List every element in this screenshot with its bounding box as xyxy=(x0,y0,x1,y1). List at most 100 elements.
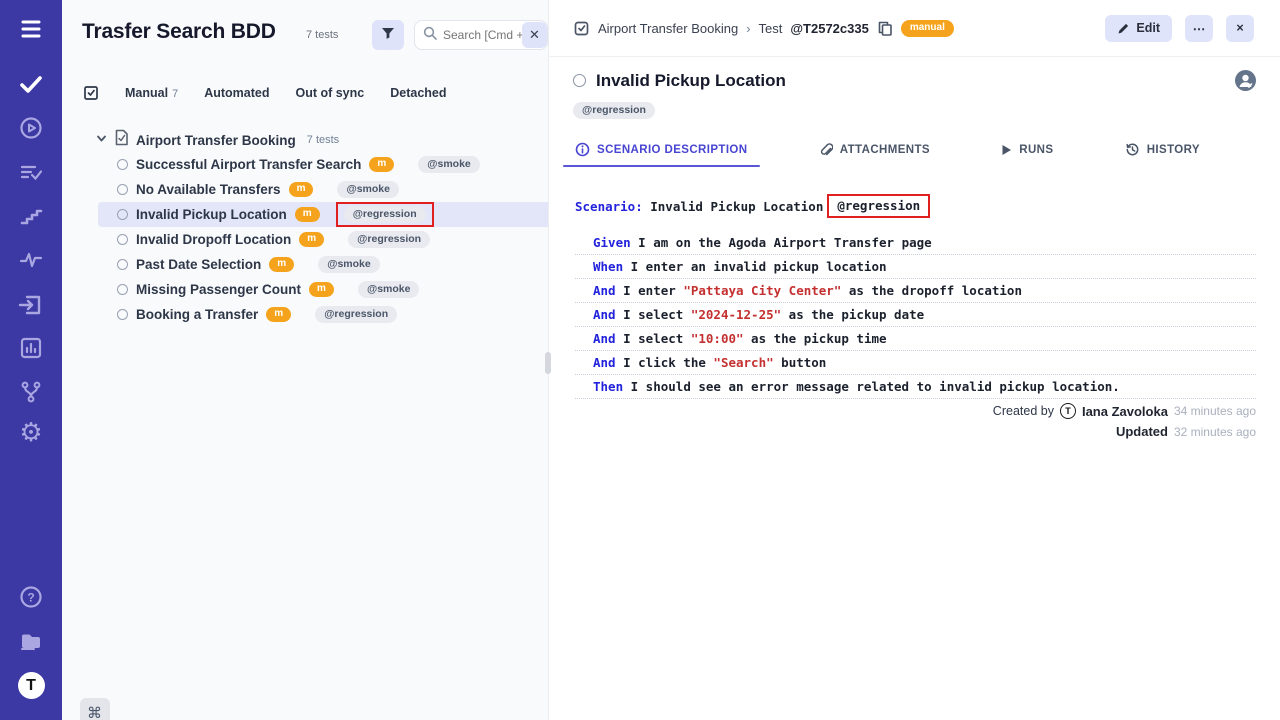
test-name: Missing Passenger Count xyxy=(136,282,301,297)
checklist-icon[interactable] xyxy=(82,84,99,101)
test-row[interactable]: No Available Transfers m @smoke xyxy=(98,177,548,202)
test-row[interactable]: Invalid Dropoff Location m @regression xyxy=(98,227,548,252)
history-clock-icon xyxy=(1125,142,1140,157)
scenario-keyword: Scenario: xyxy=(575,199,643,214)
author-avatar: T xyxy=(1060,403,1076,419)
tests-check-icon[interactable] xyxy=(0,71,62,97)
run-play-icon[interactable] xyxy=(0,115,62,141)
updated-line: Updated 32 minutes ago xyxy=(993,424,1256,439)
test-row[interactable]: Missing Passenger Count m @smoke xyxy=(98,277,548,302)
test-status-circle-icon xyxy=(117,234,128,245)
feature-file-icon xyxy=(114,129,129,151)
filter-tab[interactable]: Manual7 xyxy=(125,86,178,100)
test-row[interactable]: Invalid Pickup Location m @regression xyxy=(98,202,548,227)
gherkin-step: When I enter an invalid pickup location xyxy=(575,255,1256,279)
annotation-box: @regression xyxy=(827,194,930,218)
test-tree: Airport Transfer Booking 7 tests Success… xyxy=(62,128,548,327)
collapse-panel-button[interactable]: ✕ xyxy=(522,22,547,48)
play-icon xyxy=(1001,144,1012,156)
detail-tabs: SCENARIO DESCRIPTION ATTACHMENTS RUNS HI… xyxy=(549,118,1280,167)
branches-icon[interactable] xyxy=(0,379,62,405)
import-icon[interactable] xyxy=(0,291,62,319)
filter-tab[interactable]: Detached xyxy=(390,86,446,100)
checkbox-icon xyxy=(573,20,590,37)
test-name: Successful Airport Transfer Search xyxy=(136,157,361,172)
keyboard-shortcut-chip[interactable]: ⌘ xyxy=(80,698,110,720)
tab-runs[interactable]: RUNS xyxy=(1001,144,1053,166)
filter-button[interactable] xyxy=(372,20,404,50)
test-row-list: Successful Airport Transfer Search m @sm… xyxy=(62,152,548,327)
project-title: Trasfer Search BDD xyxy=(82,20,276,44)
search-input[interactable] xyxy=(443,28,529,42)
title-tags: @regression xyxy=(549,91,1280,118)
close-button[interactable]: × xyxy=(1226,15,1254,42)
app: ⚙ ? T Trasfer Search BDD 7 tests ✕ xyxy=(0,0,1280,720)
scenario-description: Scenario: Invalid Pickup Location@regres… xyxy=(575,194,1256,399)
breadcrumb-feature[interactable]: Airport Transfer Booking xyxy=(598,21,738,36)
gherkin-step: And I select "2024-12-25" as the pickup … xyxy=(575,303,1256,327)
edit-button[interactable]: Edit xyxy=(1105,15,1172,42)
steps-icon[interactable] xyxy=(0,203,62,229)
copy-icon[interactable] xyxy=(877,20,893,37)
documentation-folder-icon[interactable] xyxy=(0,628,62,654)
app-logo[interactable]: T xyxy=(0,672,62,699)
meta-info: Created by T Iana Zavoloka 34 minutes ag… xyxy=(993,403,1256,439)
manual-badge: m xyxy=(289,182,314,197)
icon-rail: ⚙ ? T xyxy=(0,0,62,720)
pulse-icon[interactable] xyxy=(0,247,62,273)
gherkin-step: Then I should see an error message relat… xyxy=(575,375,1256,399)
test-name: Past Date Selection xyxy=(136,257,261,272)
created-time: 34 minutes ago xyxy=(1174,404,1256,418)
step-list: Given I am on the Agoda Airport Transfer… xyxy=(575,231,1256,399)
assignee-avatar[interactable] xyxy=(1235,70,1256,91)
test-row[interactable]: Booking a Transfer m @regression xyxy=(98,302,548,327)
annotation-box: @smoke xyxy=(329,177,407,202)
created-by-line: Created by T Iana Zavoloka 34 minutes ag… xyxy=(993,403,1256,419)
manual-badge: m xyxy=(269,257,294,272)
project-tests-count: 7 tests xyxy=(306,29,338,41)
test-filter-tabs: Manual7 Automated Out of sync Detached xyxy=(82,84,447,101)
tab-history[interactable]: HISTORY xyxy=(1125,142,1200,167)
filter-tab[interactable]: Out of sync xyxy=(295,86,364,100)
info-icon xyxy=(575,142,590,157)
annotation-box: @smoke xyxy=(310,252,388,277)
reports-icon[interactable] xyxy=(0,335,62,361)
tab-attachments[interactable]: ATTACHMENTS xyxy=(819,142,930,167)
filter-tab[interactable]: Automated xyxy=(204,86,269,100)
test-tag: @smoke xyxy=(358,281,420,298)
test-plans-icon[interactable] xyxy=(0,159,62,185)
help-icon[interactable]: ? xyxy=(0,584,62,610)
feature-tests-count: 7 tests xyxy=(307,134,339,146)
test-row[interactable]: Successful Airport Transfer Search m @sm… xyxy=(98,152,548,177)
test-tag: @smoke xyxy=(318,256,380,273)
test-name: Invalid Pickup Location xyxy=(136,207,287,222)
breadcrumb-separator: › xyxy=(746,21,750,36)
breadcrumb: Airport Transfer Booking › Test @T2572c3… xyxy=(573,20,954,37)
annotation-box: @regression xyxy=(340,227,438,252)
tab-scenario-description[interactable]: SCENARIO DESCRIPTION xyxy=(575,142,748,167)
gherkin-step: And I select "10:00" as the pickup time xyxy=(575,327,1256,351)
test-status-circle-icon xyxy=(117,259,128,270)
panel-resize-handle[interactable] xyxy=(545,352,551,374)
annotation-box: @regression xyxy=(336,202,434,227)
test-detail-panel: Airport Transfer Booking › Test @T2572c3… xyxy=(549,0,1280,720)
gherkin-step: And I click the "Search" button xyxy=(575,351,1256,375)
test-list-panel: Trasfer Search BDD 7 tests ✕ Manual7 Aut… xyxy=(62,0,549,720)
test-status-circle-icon xyxy=(117,209,128,220)
more-button[interactable]: ⋯ xyxy=(1185,15,1213,42)
detail-header: Airport Transfer Booking › Test @T2572c3… xyxy=(549,0,1280,57)
settings-gear-icon[interactable]: ⚙ xyxy=(0,420,62,446)
gherkin-step: And I enter "Pattaya City Center" as the… xyxy=(575,279,1256,303)
author-name: Iana Zavoloka xyxy=(1082,404,1168,419)
breadcrumb-test-label: Test xyxy=(759,21,783,36)
paperclip-icon xyxy=(819,142,833,157)
test-tag: @regression xyxy=(348,231,430,248)
test-status-circle-icon xyxy=(573,74,586,87)
gherkin-step: Given I am on the Agoda Airport Transfer… xyxy=(575,231,1256,255)
test-name: No Available Transfers xyxy=(136,182,281,197)
header-actions: Edit ⋯ × xyxy=(1105,15,1254,42)
feature-row[interactable]: Airport Transfer Booking 7 tests xyxy=(62,128,548,152)
menu-icon[interactable] xyxy=(0,16,62,42)
test-row[interactable]: Past Date Selection m @smoke xyxy=(98,252,548,277)
chevron-down-icon[interactable] xyxy=(96,131,107,149)
